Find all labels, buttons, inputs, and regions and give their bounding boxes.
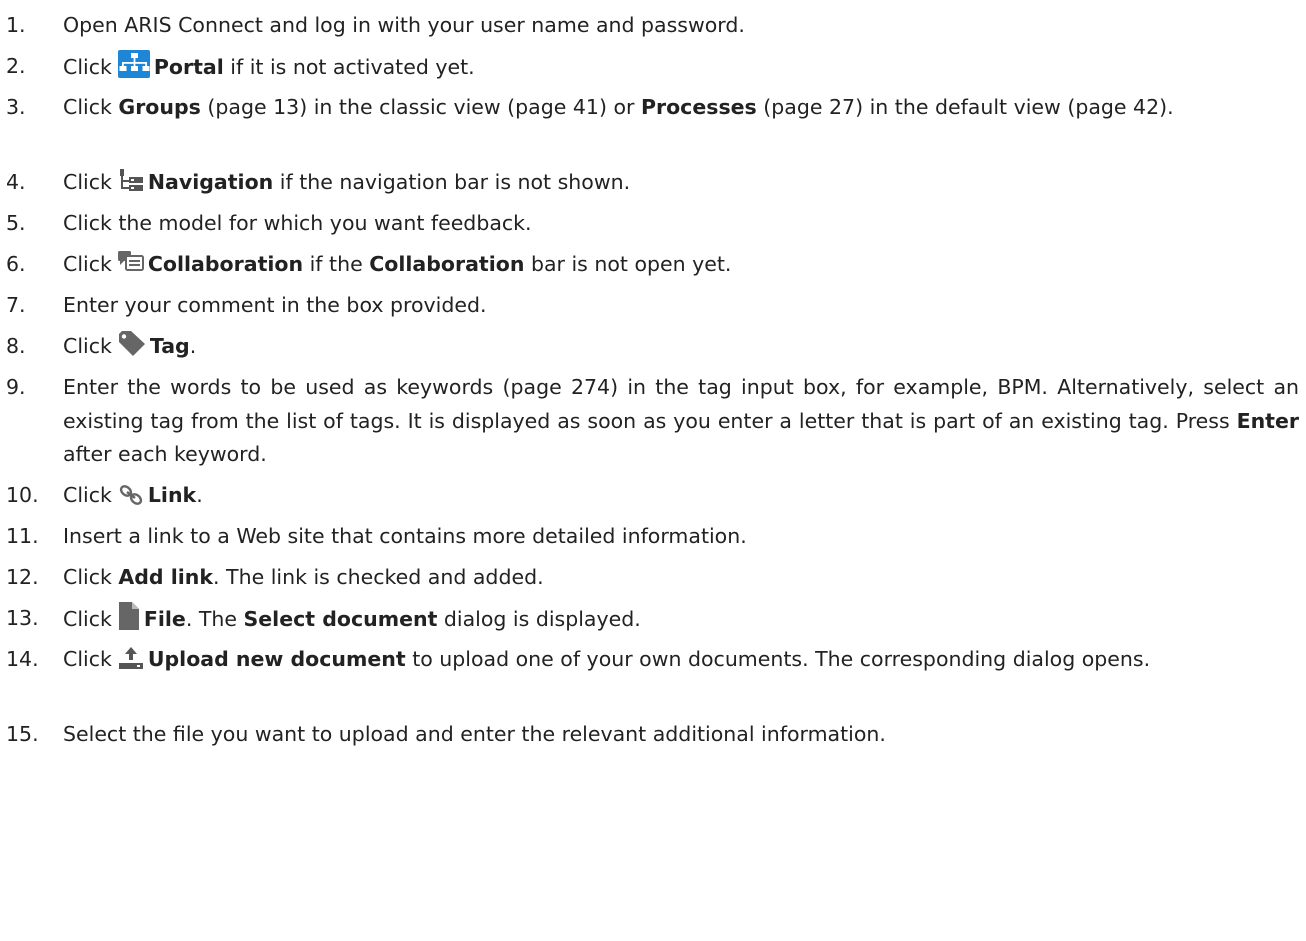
step-number: 13. bbox=[6, 606, 39, 630]
instruction-list: 1. Open ARIS Connect and log in with you… bbox=[0, 0, 1306, 941]
step-text: Click Navigation if the navigation bar is… bbox=[63, 169, 631, 194]
step-number: 7. bbox=[6, 293, 26, 317]
file-icon bbox=[118, 602, 140, 630]
upload-icon bbox=[118, 646, 144, 670]
step-text: Click Groups (page 13) in the classic vi… bbox=[63, 95, 1174, 119]
step-number: 14. bbox=[6, 647, 39, 671]
step-number: 9. bbox=[6, 375, 26, 399]
navigation-label: Navigation bbox=[147, 170, 274, 194]
step-text: Open ARIS Connect and log in with your u… bbox=[63, 13, 745, 37]
collaboration-icon bbox=[117, 251, 144, 275]
step-text: Enter the words to be used as keywords (… bbox=[63, 375, 1299, 466]
collaboration-label: Collaboration bbox=[147, 252, 304, 276]
step-number: 2. bbox=[6, 54, 26, 78]
navigation-icon bbox=[118, 169, 144, 193]
file-label: File bbox=[143, 607, 186, 631]
step-number: 3. bbox=[6, 95, 26, 119]
step-text: Click the model for which you want feedb… bbox=[63, 211, 532, 235]
add-link-label: Add link bbox=[118, 565, 214, 589]
portal-icon bbox=[117, 50, 150, 78]
step-text: Click File. The Select document dialog is… bbox=[63, 602, 1299, 637]
select-document-label: Select document bbox=[243, 607, 438, 631]
step-number: 6. bbox=[6, 252, 26, 276]
step-text: Enter your comment in the box provided. bbox=[63, 293, 487, 317]
step-text: Click Portal if it is not activated yet. bbox=[63, 50, 1299, 85]
step-text: Click Collaboration if the Collaboration … bbox=[63, 251, 732, 276]
portal-label: Portal bbox=[153, 55, 224, 79]
step-text: Click Upload new document to upload one o… bbox=[63, 646, 1151, 671]
step-text: Click Link. bbox=[63, 483, 203, 507]
step-number: 8. bbox=[6, 334, 26, 358]
link-label: Link bbox=[147, 483, 197, 507]
upload-new-document-label: Upload new document bbox=[147, 647, 406, 671]
step-number: 15. bbox=[6, 722, 39, 746]
processes-label: Processes bbox=[640, 95, 757, 119]
step-number: 12. bbox=[6, 565, 39, 589]
step-text: Click Tag. bbox=[63, 330, 1299, 364]
step-number: 4. bbox=[6, 170, 26, 194]
step-text: Click Add link. The link is checked and … bbox=[63, 565, 544, 589]
step-number: 5. bbox=[6, 211, 26, 235]
step-number: 11. bbox=[6, 524, 39, 548]
step-number: 10. bbox=[6, 483, 39, 507]
link-icon bbox=[118, 484, 144, 506]
tag-icon bbox=[118, 331, 146, 357]
enter-key-label: Enter bbox=[1236, 408, 1299, 433]
collaboration-bar-label: Collaboration bbox=[369, 252, 525, 276]
step-text: Insert a link to a Web site that contain… bbox=[63, 524, 747, 548]
groups-label: Groups bbox=[118, 95, 201, 119]
tag-label: Tag bbox=[149, 334, 190, 358]
step-text: Select the file you want to upload and e… bbox=[63, 722, 886, 746]
step-number: 1. bbox=[6, 13, 26, 37]
